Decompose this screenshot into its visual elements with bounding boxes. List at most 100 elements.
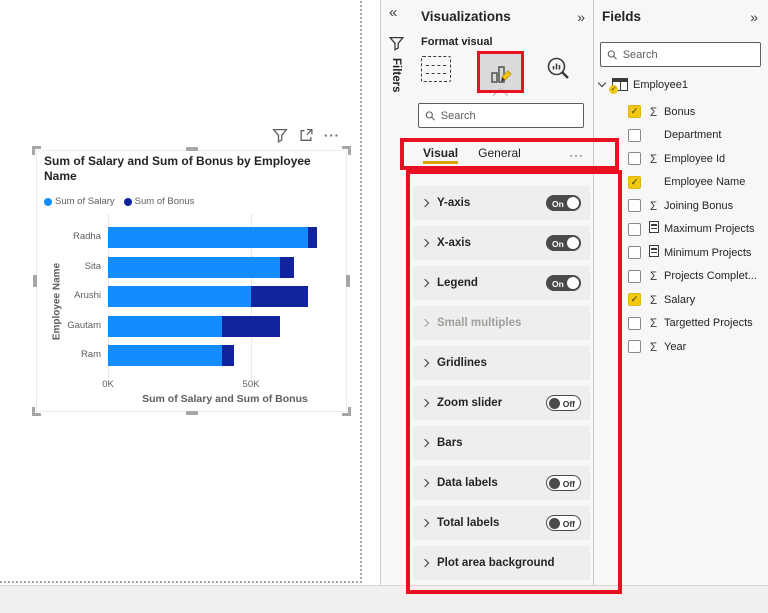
field-item-bonus[interactable]: ✓ Σ Bonus — [594, 100, 768, 124]
chevron-right-icon — [420, 198, 430, 208]
table-tree-item[interactable]: ✓ Employee1 — [597, 78, 688, 94]
toggle-state-label: Off — [562, 398, 575, 409]
bar-segment[interactable] — [222, 315, 280, 337]
format-section-zoom-slider[interactable]: Zoom slider Off — [413, 386, 590, 420]
format-section-y-axis[interactable]: Y-axis On — [413, 186, 590, 220]
toggle-on[interactable]: On — [546, 275, 581, 291]
format-section-plot-area-background[interactable]: Plot area background — [413, 546, 590, 580]
section-label: Small multiples — [437, 317, 522, 329]
paintbrush-chart-glyph — [491, 66, 512, 83]
checkbox-unchecked[interactable] — [628, 246, 641, 260]
bar-segment[interactable] — [108, 286, 251, 307]
format-search-input[interactable] — [440, 109, 577, 122]
filters-collapsed-pane: « Filters — [381, 0, 411, 585]
field-item-targetted-projects[interactable]: Σ Targetted Projects — [594, 312, 768, 336]
field-label: Minimum Projects — [664, 246, 752, 259]
bar-segment[interactable] — [108, 256, 280, 278]
section-label: Plot area background — [437, 557, 555, 569]
toggle-knob — [549, 477, 560, 489]
bar-segment[interactable] — [251, 286, 309, 307]
filters-pane-label[interactable]: Filters — [390, 58, 402, 93]
checkbox-unchecked[interactable] — [628, 222, 641, 236]
format-section-gridlines[interactable]: Gridlines — [413, 346, 590, 380]
toggle-off[interactable]: Off — [546, 395, 581, 411]
powerbi-window: ··· Sum of Salary and Sum of Bonus by Em… — [0, 0, 768, 613]
bar-segment[interactable] — [308, 227, 317, 248]
field-item-employee-name[interactable]: ✓ Employee Name — [594, 171, 768, 195]
selection-handle[interactable] — [32, 407, 41, 416]
tab-general[interactable]: General — [478, 146, 521, 164]
tab-visual[interactable]: Visual — [423, 146, 459, 164]
field-item-department[interactable]: Department — [594, 124, 768, 148]
x-tick-label: 50K — [242, 379, 260, 390]
format-section-x-axis[interactable]: X-axis On — [413, 226, 590, 260]
toggle-knob — [567, 277, 579, 289]
format-section-total-labels[interactable]: Total labels Off — [413, 506, 590, 540]
bar-segment[interactable] — [222, 345, 234, 366]
toggle-on[interactable]: On — [546, 195, 581, 211]
visualizations-pane-title: Visualizations — [421, 9, 511, 24]
toggle-off[interactable]: Off — [546, 475, 581, 491]
analytics-icon[interactable] — [546, 56, 572, 82]
selection-handle[interactable] — [342, 146, 351, 155]
toggle-on[interactable]: On — [546, 235, 581, 251]
format-section-small-multiples[interactable]: Small multiples — [413, 306, 590, 340]
selection-handle[interactable] — [342, 407, 351, 416]
collapse-pane-icon[interactable]: » — [750, 9, 758, 25]
build-visual-icon[interactable] — [421, 56, 451, 82]
bar-segment[interactable] — [279, 256, 294, 278]
fields-pane-title: Fields — [602, 9, 642, 24]
section-label: Data labels — [437, 477, 498, 489]
format-section-bars[interactable]: Bars — [413, 426, 590, 460]
filter-funnel-icon[interactable] — [272, 128, 288, 143]
x-axis-title: Sum of Salary and Sum of Bonus — [142, 393, 308, 405]
table-check-badge: ✓ — [609, 85, 618, 94]
filter-funnel-icon — [389, 36, 404, 51]
field-label: Salary — [664, 293, 696, 306]
checkbox-unchecked[interactable] — [628, 152, 641, 166]
fields-search-input[interactable] — [622, 48, 754, 61]
collapse-pane-icon[interactable]: » — [577, 9, 585, 25]
format-section-data-labels[interactable]: Data labels Off — [413, 466, 590, 500]
fields-pane: Fields » ✓ Employee1 ✓ΣBonusDepartmentΣE… — [594, 0, 768, 585]
selection-handle[interactable] — [185, 411, 198, 415]
checkbox-unchecked[interactable] — [628, 340, 641, 354]
chevron-down-icon[interactable] — [597, 78, 607, 88]
focus-mode-icon[interactable] — [298, 128, 314, 143]
y-category-label: Ram — [80, 349, 101, 360]
format-section-legend[interactable]: Legend On — [413, 266, 590, 300]
field-item-maximum-projects[interactable]: Maximum Projects — [594, 218, 768, 242]
field-item-joining-bonus[interactable]: Σ Joining Bonus — [594, 194, 768, 218]
checkbox-unchecked[interactable] — [628, 316, 641, 330]
checkbox-unchecked[interactable] — [628, 199, 641, 213]
checkbox-checked[interactable]: ✓ — [628, 293, 641, 307]
sigma-icon: Σ — [649, 294, 658, 307]
field-item-year[interactable]: Σ Year — [594, 335, 768, 359]
report-canvas[interactable]: ··· Sum of Salary and Sum of Bonus by Em… — [0, 0, 381, 585]
checkbox-unchecked[interactable] — [628, 128, 641, 142]
expand-pane-icon[interactable]: « — [389, 4, 397, 21]
checkbox-unchecked[interactable] — [628, 269, 641, 283]
format-search-box[interactable] — [418, 103, 584, 128]
tabs-more-options-icon[interactable]: ··· — [569, 148, 584, 162]
checkbox-checked[interactable]: ✓ — [628, 175, 641, 189]
stacked-bar-chart-visual[interactable]: Sum of Salary and Sum of Bonus by Employ… — [32, 146, 351, 416]
field-item-minimum-projects[interactable]: Minimum Projects — [594, 241, 768, 265]
selection-handle[interactable] — [185, 147, 198, 151]
field-item-projects-complet-[interactable]: Σ Projects Complet... — [594, 265, 768, 289]
field-item-salary[interactable]: ✓ Σ Salary — [594, 288, 768, 312]
format-visual-icon[interactable] — [480, 54, 522, 92]
selection-handle[interactable] — [346, 275, 350, 287]
selection-handle[interactable] — [33, 275, 37, 287]
search-icon — [607, 49, 617, 60]
field-item-employee-id[interactable]: Σ Employee Id — [594, 147, 768, 171]
bar-segment[interactable] — [108, 227, 309, 248]
bar-segment[interactable] — [108, 315, 223, 337]
fields-search-box[interactable] — [600, 42, 761, 67]
selection-handle[interactable] — [32, 146, 41, 155]
bar-segment[interactable] — [108, 345, 223, 366]
more-options-icon[interactable]: ··· — [324, 129, 340, 142]
format-tabs: Visual General — [423, 146, 521, 164]
toggle-off[interactable]: Off — [546, 515, 581, 531]
checkbox-checked[interactable]: ✓ — [628, 105, 641, 119]
